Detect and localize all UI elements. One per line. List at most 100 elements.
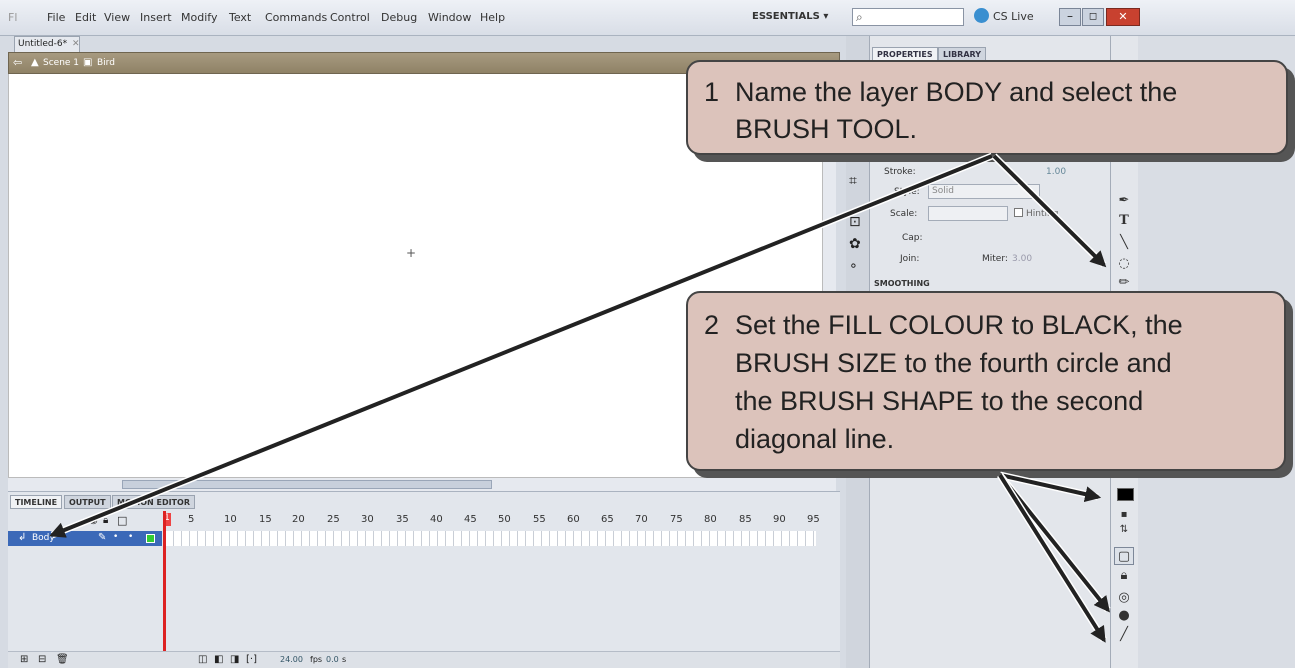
frame-number: 85: [739, 514, 752, 525]
document-tab-title: Untitled-6*: [18, 39, 68, 49]
maximize-button[interactable]: ◻: [1082, 8, 1104, 26]
brush-shape-icon[interactable]: ╱: [1114, 626, 1134, 644]
lock-dot[interactable]: •: [128, 532, 133, 542]
object-drawing-icon[interactable]: ▢: [1114, 547, 1134, 565]
frame-number: 30: [361, 514, 374, 525]
menu-insert[interactable]: Insert: [140, 11, 172, 24]
lock-fill-icon[interactable]: 🔒︎: [1114, 567, 1134, 585]
callout-1-line-2: BRUSH TOOL.: [735, 114, 918, 144]
layer-name[interactable]: Body: [32, 533, 55, 543]
style-label: Style:: [894, 187, 920, 197]
menu-text[interactable]: Text: [229, 11, 251, 24]
style-dropdown[interactable]: Solid: [928, 184, 1040, 199]
workspace-switcher[interactable]: ESSENTIALS ▾: [752, 11, 828, 22]
line-tool-icon[interactable]: ╲: [1114, 234, 1134, 252]
tab-timeline[interactable]: TIMELINE: [10, 495, 63, 509]
miter-value[interactable]: 3.00: [1012, 254, 1032, 264]
cs-live-icon: [974, 8, 989, 23]
app-icon: Fl: [8, 11, 18, 24]
flash-window: Fl File Edit View Insert Modify Text Com…: [0, 0, 1295, 668]
markers-icon[interactable]: [·]: [246, 654, 257, 665]
tab-motion-editor[interactable]: MOTION EDITOR: [112, 495, 195, 509]
hinting-checkbox[interactable]: [1014, 208, 1023, 217]
symbol-label[interactable]: Bird: [97, 58, 115, 68]
minimize-button[interactable]: –: [1059, 8, 1081, 26]
menu-modify[interactable]: Modify: [181, 11, 217, 24]
frame-number: 5: [188, 514, 195, 525]
callout-2-line-3: the BRUSH SHAPE to the second: [735, 386, 1144, 416]
scene-label[interactable]: Scene 1: [43, 58, 79, 68]
close-tab-icon[interactable]: ✕: [72, 39, 80, 49]
stroke-value[interactable]: 1.00: [1046, 167, 1066, 177]
pen-tool-icon[interactable]: ✒: [1114, 192, 1134, 210]
frame-grid[interactable]: [166, 531, 816, 546]
search-icon: ⌕: [856, 10, 863, 24]
menu-window[interactable]: Window: [428, 11, 471, 24]
fill-color-swatch[interactable]: [1117, 488, 1134, 501]
scale-label: Scale:: [890, 209, 918, 219]
style-value: Solid: [932, 186, 954, 196]
tab-properties[interactable]: PROPERTIES: [872, 47, 938, 61]
menu-debug[interactable]: Debug: [381, 11, 417, 24]
scale-dropdown[interactable]: [928, 206, 1008, 221]
frame-number: 80: [704, 514, 717, 525]
delete-layer-icon[interactable]: 🗑︎: [56, 654, 69, 665]
menu-help[interactable]: Help: [480, 11, 505, 24]
shape-tool-icon[interactable]: ◌: [1114, 255, 1134, 273]
back-arrow-icon[interactable]: ⇦: [13, 56, 22, 69]
playhead[interactable]: [163, 511, 166, 656]
stroke-label: Stroke:: [884, 167, 916, 177]
swap-colors-icon[interactable]: ⇅: [1114, 521, 1134, 539]
menu-control[interactable]: Control: [330, 11, 370, 24]
lock-icon[interactable]: 🔒︎: [103, 515, 108, 526]
time-unit: s: [342, 655, 347, 664]
new-folder-icon[interactable]: ⊟: [38, 654, 46, 665]
menu-edit[interactable]: Edit: [75, 11, 96, 24]
tab-output[interactable]: OUTPUT: [64, 495, 111, 509]
motion-presets-icon[interactable]: ∘: [849, 258, 858, 274]
onion-outline-icon[interactable]: ◧: [214, 654, 223, 665]
frame-number: 40: [430, 514, 443, 525]
menu-commands[interactable]: Commands: [265, 11, 327, 24]
smoothing-section[interactable]: SMOOTHING: [874, 279, 930, 288]
visibility-dot[interactable]: •: [113, 532, 118, 542]
menu-file[interactable]: File: [47, 11, 65, 24]
time-value: 0.0: [326, 655, 339, 664]
frame-number: 15: [259, 514, 272, 525]
callout-1: 1 Name the layer BODY and select the BRU…: [686, 60, 1288, 155]
cap-label: Cap:: [902, 233, 923, 243]
align-icon[interactable]: ⊡: [849, 214, 861, 230]
fps-value[interactable]: 24.00: [280, 655, 303, 664]
menu-bar: Fl File Edit View Insert Modify Text Com…: [0, 0, 1295, 36]
document-tab[interactable]: Untitled-6* ✕: [14, 36, 80, 52]
brush-mode-icon[interactable]: ◎: [1114, 589, 1134, 607]
frame-number: 25: [327, 514, 340, 525]
menu-view[interactable]: View: [104, 11, 130, 24]
components-icon[interactable]: ✿: [849, 236, 861, 252]
search-input[interactable]: ⌕: [852, 8, 964, 26]
eye-icon[interactable]: ◉: [89, 515, 98, 526]
transform-icon[interactable]: ⌗: [849, 173, 857, 189]
scroll-thumb[interactable]: [122, 480, 492, 489]
cs-live-button[interactable]: CS Live: [993, 10, 1034, 23]
onion-skin-icon[interactable]: ◫: [198, 654, 207, 665]
new-layer-icon[interactable]: ⊞: [20, 654, 28, 665]
close-button[interactable]: ✕: [1106, 8, 1140, 26]
brush-size-icon[interactable]: ●: [1114, 607, 1134, 625]
edit-multiple-icon[interactable]: ◨: [230, 654, 239, 665]
layer-icon: ↲: [18, 532, 27, 543]
layer-color-swatch[interactable]: [146, 534, 155, 543]
frame-number: 45: [464, 514, 477, 525]
frame-number: 95: [807, 514, 820, 525]
frame-number: 65: [601, 514, 614, 525]
timeline-panel: TIMELINE OUTPUT MOTION EDITOR ◉ 🔒︎ □ 1 5…: [8, 491, 840, 668]
outline-icon[interactable]: □: [117, 514, 127, 527]
layer-row[interactable]: ↲ Body ✎ • •: [8, 531, 162, 546]
frame-number: 55: [533, 514, 546, 525]
pencil-tool-icon[interactable]: ✏: [1114, 274, 1134, 292]
tab-library[interactable]: LIBRARY: [938, 47, 987, 61]
frame-number: 35: [396, 514, 409, 525]
hinting-label: Hinting: [1026, 209, 1059, 219]
text-tool-icon[interactable]: T: [1114, 212, 1134, 230]
horizontal-scrollbar[interactable]: [8, 477, 836, 491]
